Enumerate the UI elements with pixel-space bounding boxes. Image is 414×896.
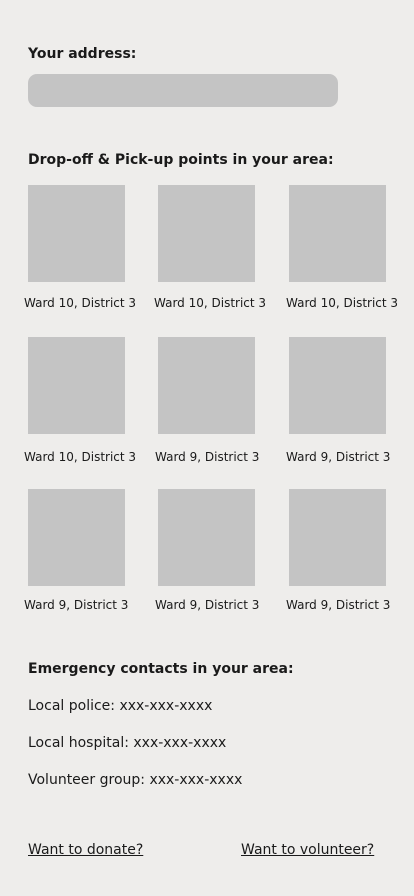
point-image[interactable] [158,337,255,434]
contacts-title: Emergency contacts in your area: [28,661,294,677]
point-caption: Ward 10, District 3 [154,296,267,310]
point-caption: Ward 9, District 3 [286,598,391,612]
points-title: Drop-off & Pick-up points in your area: [28,152,334,168]
point-image[interactable] [28,337,125,434]
point-caption: Ward 9, District 3 [24,598,129,612]
point-caption: Ward 9, District 3 [155,598,260,612]
point-image[interactable] [289,337,386,434]
police-contact: Local police: xxx-xxx-xxxx [28,698,213,714]
address-input[interactable] [28,74,338,107]
donate-link[interactable]: Want to donate? [28,842,143,858]
point-caption: Ward 9, District 3 [155,450,260,464]
point-image[interactable] [28,185,125,282]
point-image[interactable] [289,185,386,282]
point-image[interactable] [158,185,255,282]
point-caption: Ward 10, District 3 [24,450,137,464]
volunteer-group-contact: Volunteer group: xxx-xxx-xxxx [28,772,243,788]
point-image[interactable] [28,489,125,586]
point-image[interactable] [289,489,386,586]
point-caption: Ward 10, District 3 [286,296,399,310]
address-label: Your address: [28,46,137,62]
point-image[interactable] [158,489,255,586]
point-caption: Ward 10, District 3 [24,296,137,310]
volunteer-link[interactable]: Want to volunteer? [241,842,374,858]
hospital-contact: Local hospital: xxx-xxx-xxxx [28,735,227,751]
point-caption: Ward 9, District 3 [286,450,391,464]
